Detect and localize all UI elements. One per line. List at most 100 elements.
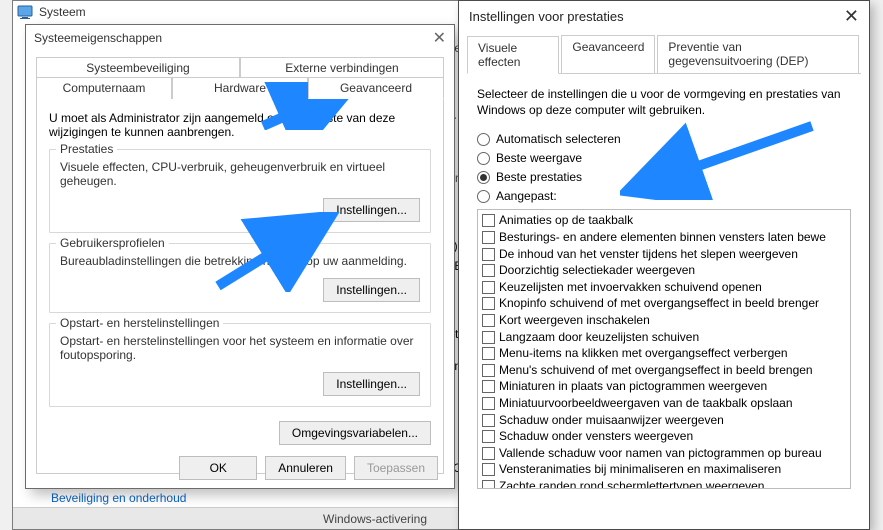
visual-effect-option[interactable]: Schaduw onder vensters weergeven <box>482 429 846 445</box>
profiles-settings-button[interactable]: Instellingen... <box>323 278 420 302</box>
group-desc: Bureaubladinstellingen die betrekking he… <box>60 254 420 268</box>
option-label: Kort weergeven inschakelen <box>499 313 650 329</box>
tab-system-protection[interactable]: Systeembeveiliging <box>36 57 240 78</box>
option-label: Miniatuurvoorbeeldweergaven van de taakb… <box>499 396 793 412</box>
radio-icon <box>477 171 490 184</box>
checkbox-icon <box>482 347 495 360</box>
cancel-button[interactable]: Annuleren <box>265 456 346 480</box>
option-label: Schaduw onder vensters weergeven <box>499 429 693 445</box>
visual-effect-option[interactable]: Menu-items na klikken met overgangseffec… <box>482 346 846 362</box>
visual-effect-option[interactable]: Keuzelijsten met invoervakken schuivend … <box>482 280 846 296</box>
performance-settings-button[interactable]: Instellingen... <box>323 198 420 222</box>
group-desc: Visuele effecten, CPU-verbruik, geheugen… <box>60 160 420 188</box>
tab-advanced[interactable]: Geavanceerd <box>561 35 655 73</box>
visual-effect-option[interactable]: Langzaam door keuzelijsten schuiven <box>482 330 846 346</box>
apply-button[interactable]: Toepassen <box>354 456 438 480</box>
ok-button[interactable]: OK <box>179 456 257 480</box>
tab-hardware[interactable]: Hardware <box>172 77 308 99</box>
checkbox-icon <box>482 447 495 460</box>
tab-dep[interactable]: Preventie van gegevensuitvoering (DEP) <box>657 35 859 73</box>
radio-custom[interactable]: Aangepast: <box>477 189 851 203</box>
visual-effect-option[interactable]: Kort weergeven inschakelen <box>482 313 846 329</box>
checkbox-icon <box>482 281 495 294</box>
cp-title: Systeem <box>39 5 86 19</box>
checkbox-icon <box>482 480 495 490</box>
radio-icon <box>477 190 490 203</box>
close-icon[interactable]: ✕ <box>433 28 446 48</box>
visual-effect-option[interactable]: Zachte randen rond schermlettertypen wee… <box>482 479 846 490</box>
tab-remote[interactable]: Externe verbindingen <box>240 57 444 78</box>
tab-advanced[interactable]: Geavanceerd <box>308 77 444 99</box>
radio-label: Beste prestaties <box>496 170 582 184</box>
tab-visual-effects[interactable]: Visuele effecten <box>467 36 559 74</box>
checkbox-icon <box>482 397 495 410</box>
checkbox-icon <box>482 380 495 393</box>
checkbox-icon <box>482 463 495 476</box>
sp-titlebar: Systeemeigenschappen ✕ <box>26 25 454 51</box>
radio-best-performance[interactable]: Beste prestaties <box>477 170 851 184</box>
performance-options-dialog: Instellingen voor prestaties ✕ Visuele e… <box>458 0 870 530</box>
radio-best-appearance[interactable]: Beste weergave <box>477 151 851 165</box>
visual-effect-option[interactable]: De inhoud van het venster tijdens het sl… <box>482 247 846 263</box>
option-label: Vallende schaduw voor namen van pictogra… <box>499 446 822 462</box>
radio-label: Automatisch selecteren <box>496 132 621 146</box>
group-user-profiles: Gebruikersprofielen Bureaubladinstelling… <box>49 243 431 313</box>
option-label: Zachte randen rond schermlettertypen wee… <box>499 479 764 490</box>
option-label: Animaties op de taakbalk <box>499 213 633 229</box>
visual-effect-option[interactable]: Knopinfo schuivend of met overgangseffec… <box>482 296 846 312</box>
startup-settings-button[interactable]: Instellingen... <box>323 372 420 396</box>
group-legend: Opstart- en herstelinstellingen <box>56 316 223 330</box>
group-legend: Gebruikersprofielen <box>56 236 169 250</box>
close-icon[interactable]: ✕ <box>844 6 859 27</box>
checkbox-icon <box>482 214 495 227</box>
sp-intro-text: U moet als Administrator zijn aangemeld … <box>49 111 431 139</box>
option-label: Menu-items na klikken met overgangseffec… <box>499 346 788 362</box>
activation-label: Windows-activering <box>323 512 427 526</box>
sp-advanced-panel: U moet als Administrator zijn aangemeld … <box>36 98 444 474</box>
visual-effects-list[interactable]: Animaties op de taakbalkBesturings- en a… <box>477 209 851 489</box>
radio-icon <box>477 133 490 146</box>
footer-link-security[interactable]: Beveiliging en onderhoud <box>51 491 186 505</box>
visual-effect-option[interactable]: Vensteranimaties bij minimaliseren en ma… <box>482 462 846 478</box>
visual-effect-option[interactable]: Besturings- en andere elementen binnen v… <box>482 230 846 246</box>
option-label: Menu's schuivend of met overgangseffect … <box>499 363 813 379</box>
visual-effect-option[interactable]: Doorzichtig selectiekader weergeven <box>482 263 846 279</box>
option-label: Besturings- en andere elementen binnen v… <box>499 230 826 246</box>
option-label: Vensteranimaties bij minimaliseren en ma… <box>499 462 781 478</box>
visual-effect-option[interactable]: Miniatuurvoorbeeldweergaven van de taakb… <box>482 396 846 412</box>
checkbox-icon <box>482 231 495 244</box>
checkbox-icon <box>482 314 495 327</box>
option-label: Doorzichtig selectiekader weergeven <box>499 263 695 279</box>
radio-icon <box>477 152 490 165</box>
checkbox-icon <box>482 297 495 310</box>
group-performance: Prestaties Visuele effecten, CPU-verbrui… <box>49 149 431 233</box>
group-legend: Prestaties <box>56 142 117 156</box>
group-startup-recovery: Opstart- en herstelinstellingen Opstart-… <box>49 323 431 407</box>
group-desc: Opstart- en herstelinstellingen voor het… <box>60 334 420 362</box>
po-body: Selecteer de instellingen die u voor de … <box>459 74 869 497</box>
visual-effect-option[interactable]: Miniaturen in plaats van pictogrammen we… <box>482 379 846 395</box>
option-label: Schaduw onder muisaanwijzer weergeven <box>499 413 724 429</box>
radio-auto[interactable]: Automatisch selecteren <box>477 132 851 146</box>
sp-title: Systeemeigenschappen <box>34 31 162 45</box>
tab-computer-name[interactable]: Computernaam <box>36 77 172 99</box>
visual-effect-option[interactable]: Schaduw onder muisaanwijzer weergeven <box>482 413 846 429</box>
checkbox-icon <box>482 331 495 344</box>
checkbox-icon <box>482 364 495 377</box>
visual-effect-option[interactable]: Menu's schuivend of met overgangseffect … <box>482 363 846 379</box>
system-icon <box>17 4 33 20</box>
po-titlebar: Instellingen voor prestaties ✕ <box>459 1 869 31</box>
visual-effect-option[interactable]: Vallende schaduw voor namen van pictogra… <box>482 446 846 462</box>
option-label: Knopinfo schuivend of met overgangseffec… <box>499 296 819 312</box>
checkbox-icon <box>482 414 495 427</box>
option-label: Langzaam door keuzelijsten schuiven <box>499 330 699 346</box>
environment-variables-button[interactable]: Omgevingsvariabelen... <box>279 421 431 445</box>
po-title: Instellingen voor prestaties <box>469 9 624 24</box>
sp-dialog-buttons: OK Annuleren Toepassen <box>179 456 438 480</box>
radio-label: Aangepast: <box>496 189 557 203</box>
option-label: De inhoud van het venster tijdens het sl… <box>499 247 798 263</box>
system-properties-dialog: Systeemeigenschappen ✕ Systeembeveiligin… <box>25 24 455 489</box>
radio-label: Beste weergave <box>496 151 582 165</box>
checkbox-icon <box>482 248 495 261</box>
visual-effect-option[interactable]: Animaties op de taakbalk <box>482 213 846 229</box>
